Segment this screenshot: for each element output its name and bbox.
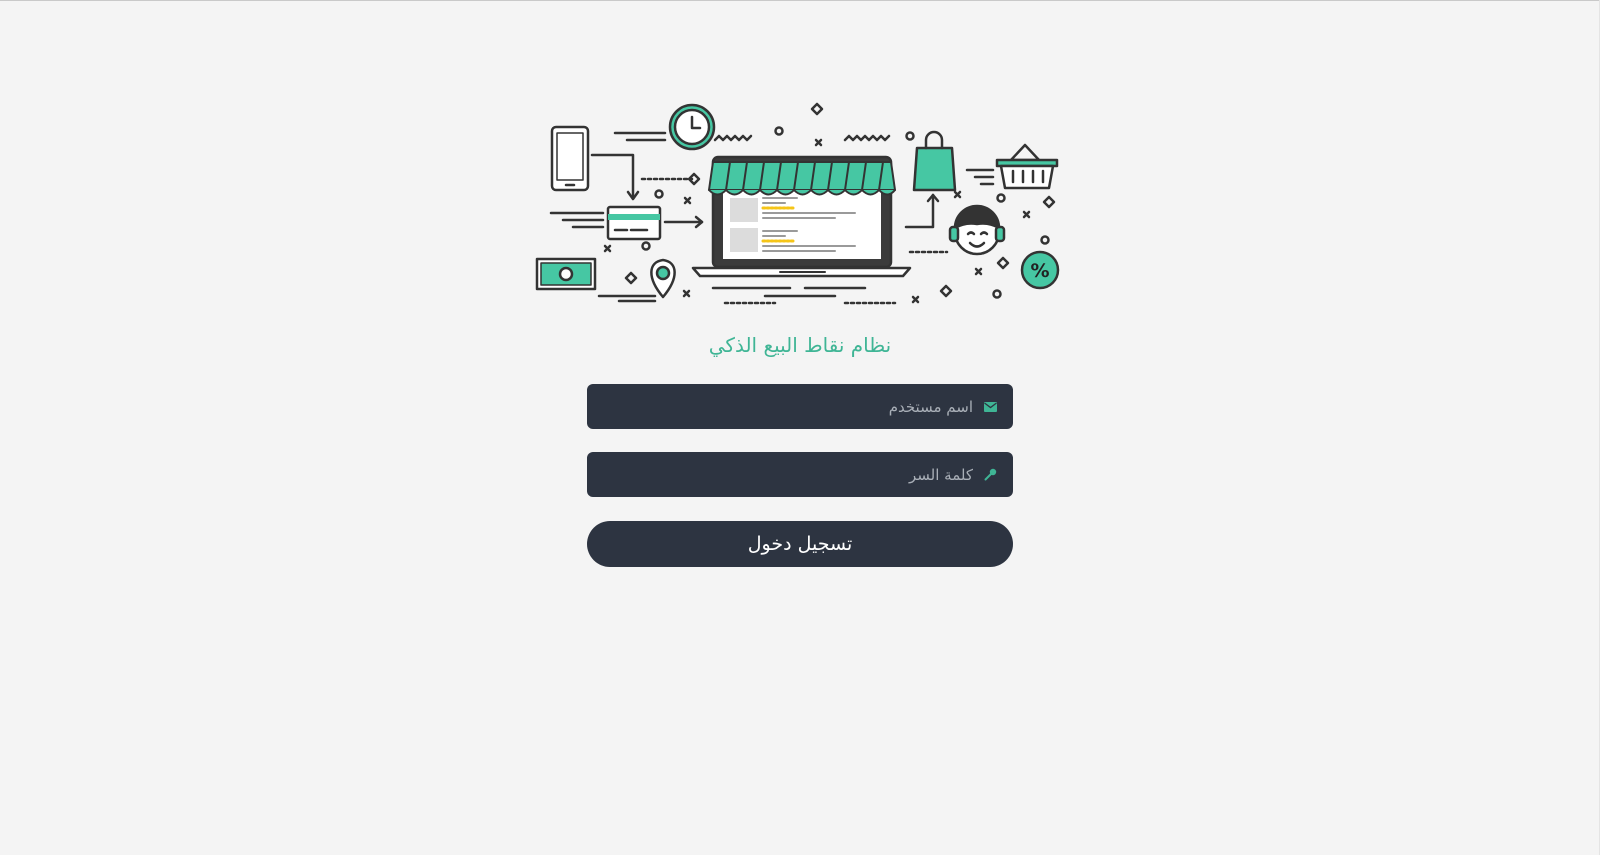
support-agent-icon	[948, 204, 1006, 256]
location-pin-icon	[650, 258, 676, 299]
username-field[interactable]	[587, 384, 1013, 429]
online-store-illustration: %	[535, 102, 1060, 305]
shopping-basket-icon	[995, 143, 1059, 190]
password-field[interactable]	[587, 452, 1013, 497]
login-button[interactable]: تسجيل دخول	[587, 521, 1013, 567]
cash-icon	[535, 257, 597, 291]
phone-icon	[550, 125, 590, 192]
top-border	[0, 0, 1600, 1]
envelope-icon	[983, 400, 997, 414]
clock-icon	[668, 103, 716, 151]
password-input[interactable]	[587, 452, 973, 497]
credit-card-icon	[606, 205, 662, 241]
key-icon	[983, 468, 997, 482]
percent-text: %	[1030, 260, 1049, 282]
shopping-bag-icon	[912, 130, 957, 192]
laptop-storefront-icon	[691, 155, 912, 278]
app-title: نظام نقاط البيع الذكي	[708, 333, 892, 357]
username-input[interactable]	[587, 384, 973, 429]
